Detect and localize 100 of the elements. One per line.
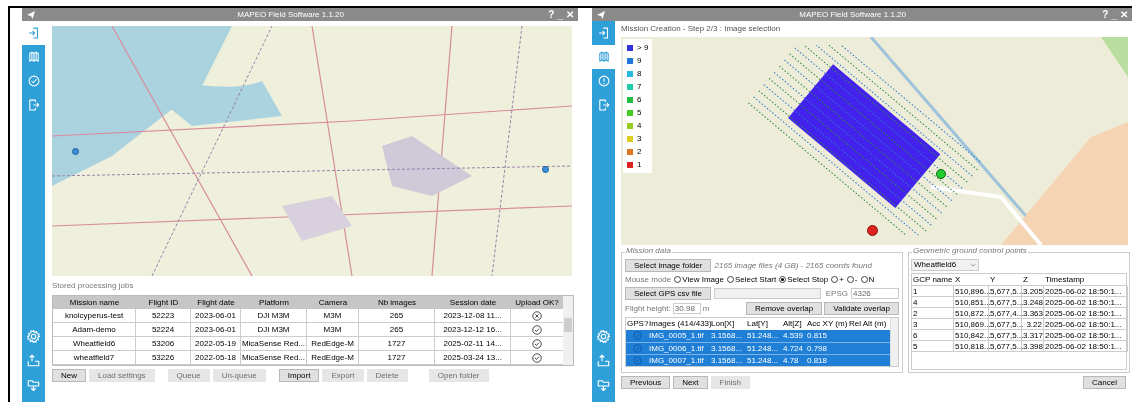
- help-button[interactable]: ?: [1102, 9, 1109, 20]
- radio-option[interactable]: +: [831, 273, 844, 286]
- panel-title: Mission data: [625, 247, 672, 255]
- column-header: Mission name: [68, 297, 121, 309]
- upload-icon[interactable]: [596, 352, 611, 368]
- remove-overlap-button[interactable]: Remove overlap: [745, 302, 823, 315]
- column-header: Platform: [258, 297, 290, 309]
- map-icon[interactable]: [26, 50, 41, 64]
- column-header: Rel Alt (m): [848, 318, 888, 330]
- column-header: GPS?: [626, 318, 648, 330]
- radio-option[interactable]: N: [860, 273, 875, 286]
- legend-label: 8: [637, 67, 642, 80]
- nav-button[interactable]: Previous: [621, 376, 671, 389]
- select-gps-button[interactable]: Select GPS csv file: [625, 287, 712, 300]
- column-header: X: [954, 274, 962, 285]
- table-cell: 2025-06-02 18:50:1...: [1044, 297, 1128, 308]
- table-cell: 1727: [359, 337, 435, 350]
- logout-icon[interactable]: [26, 98, 41, 112]
- logout-icon[interactable]: [596, 98, 611, 112]
- map-marker[interactable]: [867, 225, 878, 236]
- table-cell: 5,677,5...: [989, 330, 1022, 341]
- flight-height-field[interactable]: 30.98: [672, 303, 701, 314]
- table-cell: 6: [912, 330, 954, 341]
- login-icon[interactable]: [26, 26, 41, 40]
- table-cell: 2025-06-02 18:50:1...: [1044, 319, 1128, 330]
- alert-icon[interactable]: [596, 74, 611, 88]
- radio-option[interactable]: Select Stop: [779, 273, 829, 286]
- column-header: Flight ID: [147, 297, 180, 309]
- table-cell: Wheatfield6: [53, 337, 136, 350]
- toolbar-button[interactable]: New: [52, 369, 86, 382]
- column-header: Flight date: [196, 297, 236, 309]
- minimize-button[interactable]: _: [557, 9, 563, 20]
- table-cell: RedEdge-M: [307, 337, 359, 350]
- legend-label: 7: [637, 80, 642, 93]
- table-cell: 2023-06-01: [191, 309, 241, 322]
- column-header: Upload OK?: [514, 297, 560, 309]
- step-title: Mission Creation - Step 2/3 : Image selection: [621, 23, 782, 35]
- map-marker[interactable]: [936, 169, 946, 179]
- table-cell: Adam-demo: [53, 323, 136, 336]
- check-circle-icon[interactable]: [26, 74, 41, 88]
- radio-option[interactable]: Select Start: [726, 273, 777, 286]
- legend-label: 2: [637, 145, 642, 158]
- select-folder-button[interactable]: Select image folder: [625, 259, 712, 272]
- table-cell-text: 3.1568...: [710, 330, 744, 342]
- scrollbar[interactable]: [563, 296, 573, 365]
- map-marker[interactable]: [542, 166, 549, 173]
- legend-label: > 9: [637, 41, 649, 54]
- toolbar-button[interactable]: Import: [278, 369, 320, 382]
- map-icon[interactable]: [596, 50, 611, 64]
- help-button[interactable]: ?: [548, 9, 555, 20]
- gps-file-field[interactable]: [714, 288, 821, 299]
- column-header: Timestamp: [1044, 274, 1086, 285]
- table-cell-text: 4.724: [782, 342, 805, 354]
- table-cell: 2025-06-02 18:50:1...: [1044, 330, 1128, 341]
- settings-icon[interactable]: [26, 328, 41, 344]
- table-cell-text: 51.248...: [746, 342, 780, 354]
- login-icon[interactable]: [596, 26, 611, 40]
- mouse-mode-label: Mouse mode: [625, 273, 672, 286]
- legend-label: 1: [637, 158, 642, 171]
- table-row[interactable]: IMG_0005_1.tif 3.1568... 51.248... 4.539 0.815: [626, 330, 890, 343]
- table-cell: 510,896...: [954, 286, 989, 297]
- table-cell-text: 0.815: [806, 330, 829, 342]
- table-cell-text: 51.248...: [746, 330, 780, 342]
- legend-label: 4: [637, 119, 642, 132]
- table-cell: 52224: [136, 323, 191, 336]
- close-button[interactable]: ✕: [566, 9, 574, 20]
- cancel-button[interactable]: Cancel: [1083, 376, 1126, 389]
- table-cell-text: 0.818: [806, 355, 829, 366]
- radio-option[interactable]: -: [846, 273, 858, 286]
- table-row[interactable]: IMG_0007_1.tif 3.1568... 51.248... 4.78 0.818: [626, 355, 890, 366]
- scrollbar[interactable]: [890, 318, 898, 366]
- table-cell: MicaSense Red...: [241, 351, 307, 364]
- column-header: Alt[Z]: [782, 318, 803, 330]
- table-cell: wheatfield7: [53, 351, 136, 364]
- column-header: Y: [989, 274, 997, 285]
- table-cell: 2023-12-12 16...: [435, 323, 511, 336]
- paper-plane-icon: [26, 9, 36, 20]
- map-marker[interactable]: [72, 148, 79, 155]
- table-cell: M3M: [307, 323, 359, 336]
- folder-info: 2165 image files (4 GB) - 2165 coords found: [714, 259, 872, 272]
- minimize-button[interactable]: _: [1111, 9, 1117, 20]
- column-header: Images (414/433): [648, 318, 710, 330]
- table-cell: 2025-06-02 18:50:1...: [1044, 341, 1128, 352]
- table-cell: 52223: [136, 309, 191, 322]
- nav-button[interactable]: Next: [673, 376, 708, 389]
- close-button[interactable]: ✕: [1120, 9, 1128, 20]
- table-cell-text: IMG_0007_1.tif: [648, 355, 705, 366]
- table-cell: 3.363: [1022, 308, 1044, 319]
- table-cell: 53206: [136, 337, 191, 350]
- settings-icon[interactable]: [596, 328, 611, 344]
- panel-title: Geometric ground control points: [912, 247, 1028, 255]
- check-circle-icon: [632, 356, 642, 366]
- dataset-dropdown[interactable]: Wheatfield6: [911, 259, 979, 271]
- table-cell: 265: [359, 323, 435, 336]
- radio-option[interactable]: View Image: [674, 273, 724, 286]
- upload-icon[interactable]: [26, 352, 41, 368]
- epsg-field[interactable]: 4326: [851, 288, 899, 299]
- check-circle-icon: [632, 331, 642, 341]
- table-cell: DJI M3M: [241, 309, 307, 322]
- validate-overlap-button[interactable]: Validate overlap: [824, 302, 899, 315]
